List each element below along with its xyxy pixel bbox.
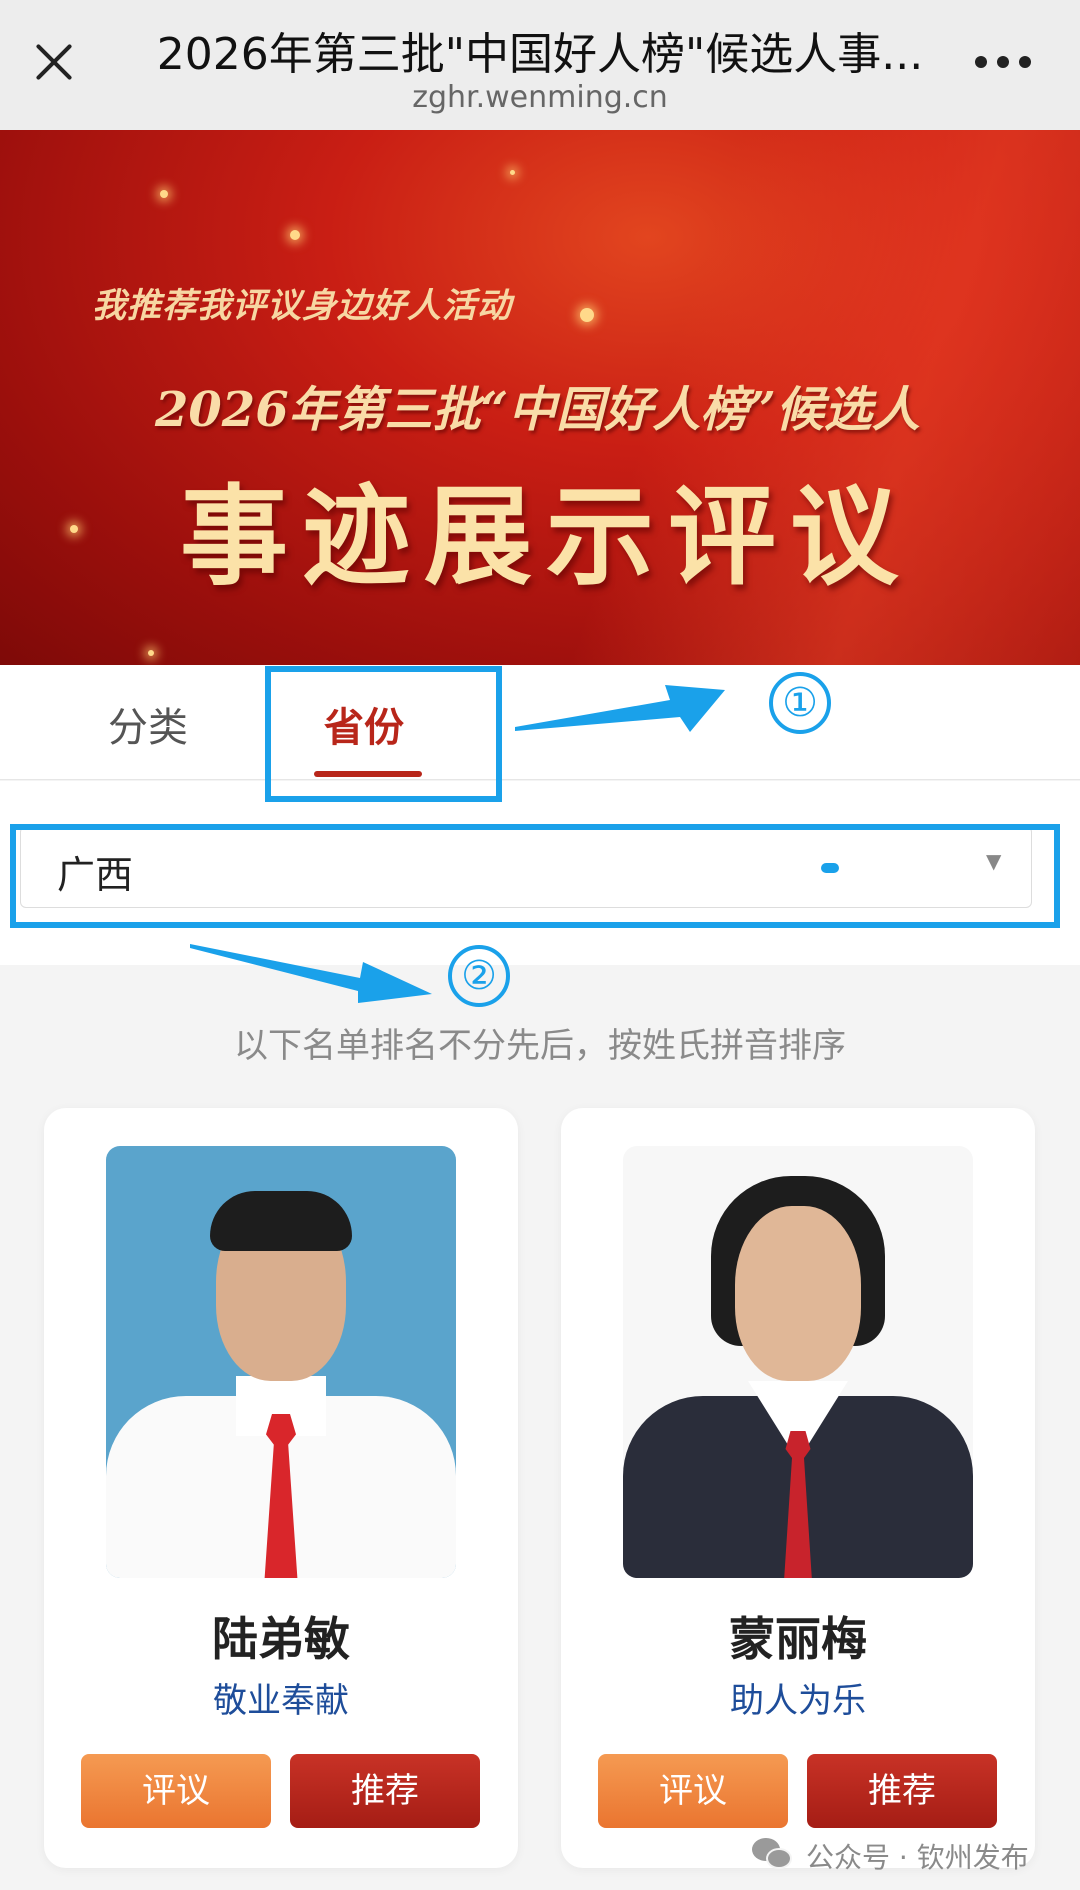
arrow-to-marker-1 xyxy=(515,685,725,732)
source-watermark: 公众号 · 钦州发布 xyxy=(806,1841,1029,1874)
annotation-marker-1: ① xyxy=(769,672,831,734)
wechat-icon xyxy=(752,1836,794,1872)
annotation-arrows xyxy=(190,685,725,1003)
arrow-to-marker-2 xyxy=(190,944,432,1003)
annotation-marker-2: ② xyxy=(448,945,510,1007)
